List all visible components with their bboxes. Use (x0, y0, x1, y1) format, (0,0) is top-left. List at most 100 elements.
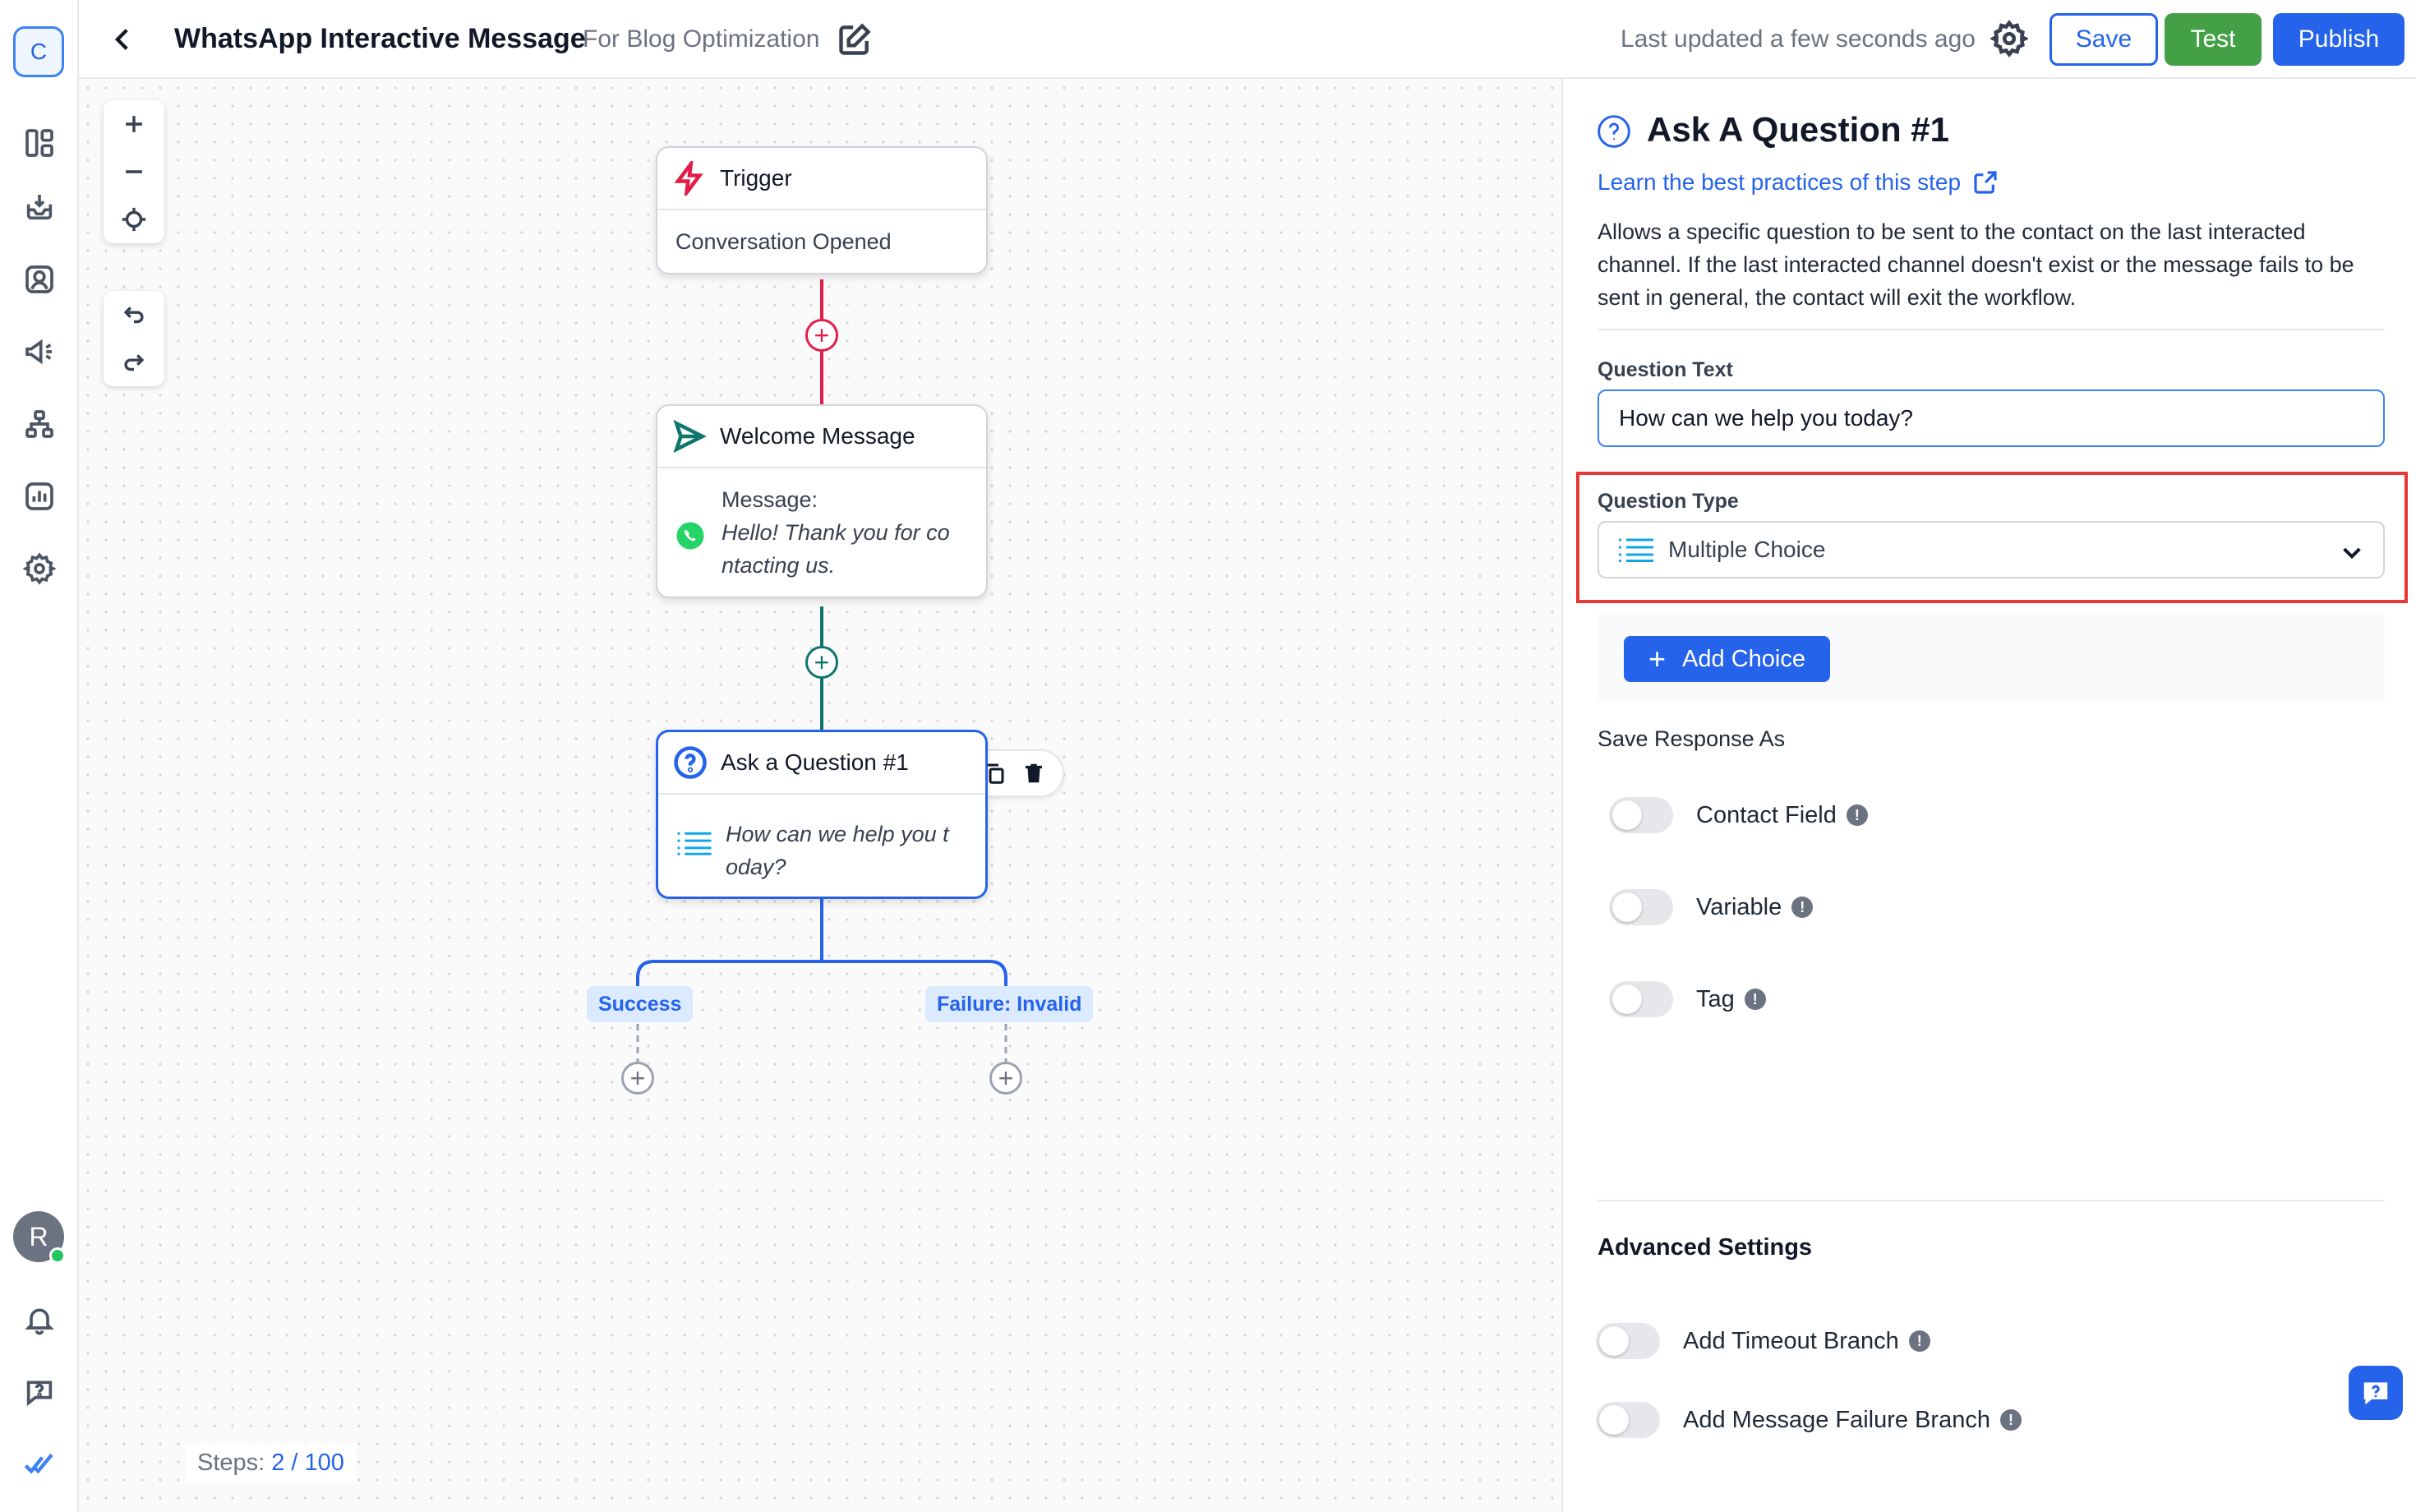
learn-best-practices-link[interactable]: Learn the best practices of this step (1598, 169, 1999, 196)
question-body-line2: oday? (726, 855, 786, 879)
add-step-success-branch-button[interactable]: + (621, 1062, 654, 1095)
workflow-header: WhatsApp Interactive Message For Blog Op… (79, 0, 2416, 79)
info-icon[interactable]: ! (1791, 897, 1814, 918)
timeout-branch-label: Add Timeout Branch (1683, 1327, 1899, 1354)
broadcast-icon[interactable] (20, 332, 59, 371)
question-text-input[interactable] (1598, 390, 2385, 447)
ask-question-node[interactable]: Ask a Question #1 How can we help you t … (656, 730, 988, 899)
add-choice-button[interactable]: + Add Choice (1624, 636, 1830, 682)
trash-icon[interactable] (1021, 761, 1046, 786)
welcome-node-body: Message: Hello! Thank you for co ntactin… (657, 468, 986, 597)
list-icon (677, 832, 712, 855)
whatsapp-icon (676, 522, 704, 550)
workflow-canvas[interactable]: + + + + Trigger Conversation Opened Welc… (79, 79, 1561, 1512)
welcome-message-node[interactable]: Welcome Message Message: Hello! Thank yo… (656, 404, 988, 598)
variable-toggle-row: Variable ! (1609, 889, 1814, 925)
trigger-node-body: Conversation Opened (675, 229, 892, 254)
contacts-icon[interactable] (20, 260, 59, 299)
steps-value: 2 / 100 (271, 1449, 344, 1476)
inbox-icon[interactable] (20, 187, 59, 227)
gear-icon (1989, 20, 2030, 58)
plus-icon: + (1648, 642, 1667, 675)
question-node-header: Ask a Question #1 (658, 732, 985, 795)
workflow-title: WhatsApp Interactive Message (174, 23, 586, 54)
step-settings-panel: Ask A Question #1 Learn the best practic… (1561, 79, 2416, 1512)
welcome-body-line2: ntacting us. (722, 553, 836, 578)
dashboard-icon[interactable] (20, 123, 59, 163)
contact-field-toggle[interactable] (1609, 797, 1673, 833)
external-link-icon (1974, 171, 1997, 194)
question-node-title: Ask a Question #1 (721, 749, 909, 775)
panel-title: Ask A Question #1 (1647, 110, 1949, 149)
divider (1598, 329, 2385, 330)
settings-icon[interactable] (20, 549, 59, 588)
left-nav-rail: C R (0, 0, 79, 1512)
contact-field-label: Contact Field (1696, 801, 1837, 828)
question-type-value: Multiple Choice (1668, 537, 1826, 562)
back-button[interactable] (107, 23, 140, 56)
question-circle-icon (674, 746, 707, 779)
variable-toggle[interactable] (1609, 889, 1673, 925)
info-icon[interactable]: ! (1999, 1409, 2022, 1431)
failure-branch-toggle-row: Add Message Failure Branch ! (1596, 1402, 2022, 1438)
account-switcher[interactable]: C (13, 26, 64, 77)
support-chat-button[interactable] (2349, 1366, 2403, 1420)
workflow-settings-button[interactable] (1989, 20, 2030, 59)
question-type-label: Question Type (1598, 490, 1739, 513)
tag-label: Tag (1696, 985, 1735, 1012)
welcome-node-header: Welcome Message (657, 406, 986, 468)
question-circle-icon (1598, 115, 1630, 148)
learn-link-text: Learn the best practices of this step (1598, 169, 1962, 195)
publish-button[interactable]: Publish (2273, 13, 2404, 66)
steps-label: Steps: (197, 1449, 265, 1476)
timeout-branch-toggle[interactable] (1596, 1323, 1660, 1359)
contact-field-toggle-row: Contact Field ! (1609, 797, 1868, 833)
question-node-body: How can we help you t oday? (658, 795, 985, 898)
workflow-subtitle: For Blog Optimization (583, 25, 820, 53)
question-text-label: Question Text (1598, 358, 1733, 381)
question-body-line1: How can we help you t (726, 822, 949, 846)
tag-toggle-row: Tag ! (1609, 981, 1766, 1017)
success-branch-label[interactable]: Success (587, 986, 694, 1022)
chevron-left-icon (114, 29, 128, 50)
reports-icon[interactable] (20, 477, 59, 516)
tag-toggle[interactable] (1609, 981, 1673, 1017)
info-icon[interactable]: ! (1908, 1330, 1930, 1352)
edit-workflow-icon[interactable] (837, 21, 873, 58)
test-button[interactable]: Test (2165, 13, 2262, 66)
send-icon (673, 419, 707, 454)
step-description: Allows a specific question to be sent to… (1598, 219, 2354, 310)
trigger-node-header: Trigger (657, 148, 986, 210)
info-icon[interactable]: ! (1846, 804, 1868, 826)
failure-branch-label[interactable]: Failure: Invalid (925, 986, 1094, 1022)
steps-counter: Steps: 2 / 100 (186, 1443, 356, 1482)
variable-label: Variable (1696, 893, 1782, 920)
message-failure-branch-label: Add Message Failure Branch (1683, 1406, 1990, 1433)
divider (1598, 1200, 2385, 1201)
last-updated-status: Last updated a few seconds ago (1621, 25, 1976, 53)
save-button[interactable]: Save (2049, 13, 2158, 66)
welcome-body-line1: Hello! Thank you for co (722, 520, 950, 545)
online-status-dot (49, 1247, 66, 1264)
add-choice-label: Add Choice (1682, 645, 1805, 672)
trigger-node[interactable]: Trigger Conversation Opened (656, 146, 988, 274)
avatar[interactable]: R (13, 1211, 66, 1264)
workflows-icon[interactable] (20, 404, 59, 444)
add-step-after-trigger-button[interactable]: + (805, 319, 838, 352)
list-icon (1619, 538, 1653, 562)
question-type-select[interactable]: Multiple Choice (1598, 521, 2385, 579)
avatar-letter: R (29, 1221, 48, 1252)
save-response-label: Save Response As (1598, 726, 1786, 751)
add-step-failure-branch-button[interactable]: + (989, 1062, 1022, 1095)
choices-area: + Add Choice (1598, 615, 2385, 702)
info-icon[interactable]: ! (1744, 989, 1766, 1010)
advanced-settings-title: Advanced Settings (1598, 1234, 1813, 1261)
welcome-body-label: Message: (722, 487, 818, 512)
add-step-after-welcome-button[interactable]: + (805, 646, 838, 679)
welcome-node-title: Welcome Message (720, 423, 915, 449)
help-chat-icon[interactable] (20, 1372, 59, 1412)
timeout-branch-toggle-row: Add Timeout Branch ! (1596, 1323, 1930, 1359)
lightning-icon (674, 161, 703, 196)
bell-icon[interactable] (20, 1300, 59, 1339)
message-failure-branch-toggle[interactable] (1596, 1402, 1660, 1438)
